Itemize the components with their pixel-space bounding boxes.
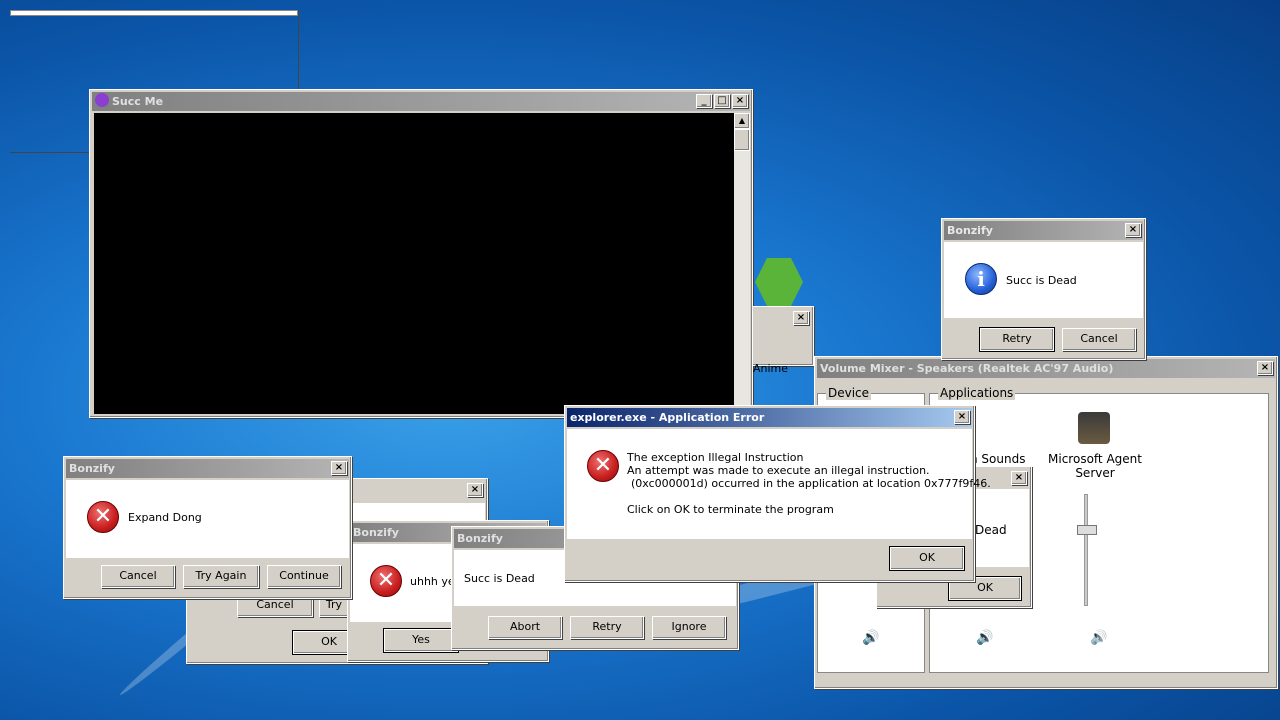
ignore-button[interactable]: Ignore bbox=[652, 616, 726, 639]
abort-button[interactable]: Abort bbox=[488, 616, 562, 639]
app-label-sounds: n Sounds bbox=[970, 452, 1026, 466]
retry-button[interactable]: Retry bbox=[570, 616, 644, 639]
ok-button[interactable]: OK bbox=[889, 546, 965, 571]
message-text: uhhh ye bbox=[410, 575, 455, 588]
behind-window[interactable]: × Anime bbox=[752, 306, 814, 375]
purple-gorilla-icon bbox=[95, 93, 109, 107]
error-icon: ✕ bbox=[87, 501, 119, 533]
message-text: Dead bbox=[975, 523, 1007, 537]
error-line-1: The exception Illegal Instruction bbox=[627, 451, 804, 464]
partial-text: Anime bbox=[753, 362, 789, 375]
error-line-3: (0xc000001d) occurred in the application… bbox=[631, 477, 991, 490]
error-line-2: An attempt was made to execute an illega… bbox=[627, 464, 930, 477]
scroll-thumb[interactable] bbox=[734, 129, 750, 151]
close-button[interactable]: × bbox=[1125, 223, 1141, 237]
close-button[interactable]: × bbox=[1257, 361, 1273, 375]
cancel-button[interactable]: Cancel bbox=[101, 565, 175, 588]
cancel-button[interactable]: Cancel bbox=[1062, 328, 1136, 351]
green-hexagon-icon bbox=[755, 258, 803, 306]
dialog-title: explorer.exe - Application Error bbox=[570, 411, 765, 424]
dialog-title: Bonzify bbox=[69, 462, 115, 475]
speaker-icon[interactable]: 🔊 bbox=[862, 630, 879, 646]
app-label-agent: Microsoft Agent Server bbox=[1048, 452, 1142, 480]
close-button[interactable]: × bbox=[954, 410, 970, 424]
slider-thumb[interactable] bbox=[1077, 525, 1097, 535]
try-again-button[interactable]: Try Again bbox=[183, 565, 259, 588]
window-title: Volume Mixer - Speakers (Realtek AC'97 A… bbox=[820, 362, 1114, 375]
dialog-title: Bonzify bbox=[353, 526, 399, 539]
message-text: Expand Dong bbox=[128, 511, 202, 524]
speaker-icon[interactable]: 🔊 bbox=[976, 630, 993, 646]
volume-slider[interactable] bbox=[1077, 494, 1097, 606]
continue-button[interactable]: Continue bbox=[267, 565, 341, 588]
dialog-titlebar[interactable]: Bonzify × bbox=[66, 459, 349, 478]
error-line-4: Click on OK to terminate the program bbox=[627, 503, 834, 516]
message-text: Succ is Dead bbox=[464, 572, 535, 585]
bonzify-expand-dialog[interactable]: Bonzify × ✕ Expand Dong Cancel Try Again… bbox=[63, 456, 352, 599]
agent-spy-icon bbox=[1078, 412, 1110, 444]
scroll-up-arrow-icon[interactable]: ▲ bbox=[734, 113, 750, 129]
error-icon: ✕ bbox=[370, 565, 402, 597]
dialog-titlebar[interactable]: explorer.exe - Application Error × bbox=[567, 408, 972, 427]
error-icon: ✕ bbox=[587, 450, 619, 482]
anyrun-watermark: ANY RUN bbox=[1038, 611, 1254, 663]
minimize-button[interactable]: _ bbox=[696, 94, 712, 108]
retry-button[interactable]: Retry bbox=[979, 327, 1055, 352]
succ-me-window[interactable]: Succ Me _ □ × ▲ bbox=[89, 89, 753, 418]
explorer-error-dialog[interactable]: explorer.exe - Application Error × ✕ The… bbox=[564, 405, 991, 582]
window-title: Succ Me bbox=[112, 95, 164, 108]
dialog-title: Bonzify bbox=[947, 224, 993, 237]
message-text: Succ is Dead bbox=[1006, 274, 1077, 287]
black-content-area bbox=[94, 113, 734, 414]
close-button[interactable]: × bbox=[732, 94, 748, 108]
info-icon: i bbox=[965, 263, 997, 295]
dialog-title: Bonzify bbox=[457, 532, 503, 545]
bonzify-info-dialog[interactable]: Bonzify × i Succ is Dead Retry Cancel bbox=[941, 218, 1146, 360]
close-button[interactable]: × bbox=[1011, 471, 1027, 485]
succ-me-titlebar[interactable]: Succ Me _ □ × bbox=[92, 92, 750, 111]
dialog-titlebar[interactable]: Bonzify × bbox=[944, 221, 1143, 240]
vertical-scrollbar[interactable]: ▲ bbox=[734, 113, 750, 414]
close-button[interactable]: × bbox=[331, 461, 347, 475]
device-label: Device bbox=[826, 386, 872, 400]
volume-mixer-titlebar[interactable]: Volume Mixer - Speakers (Realtek AC'97 A… bbox=[817, 359, 1275, 378]
applications-label: Applications bbox=[938, 386, 1016, 400]
close-button[interactable]: × bbox=[793, 311, 809, 325]
maximize-button[interactable]: □ bbox=[714, 94, 730, 108]
close-button[interactable]: × bbox=[467, 483, 483, 497]
yes-button[interactable]: Yes bbox=[383, 628, 459, 653]
